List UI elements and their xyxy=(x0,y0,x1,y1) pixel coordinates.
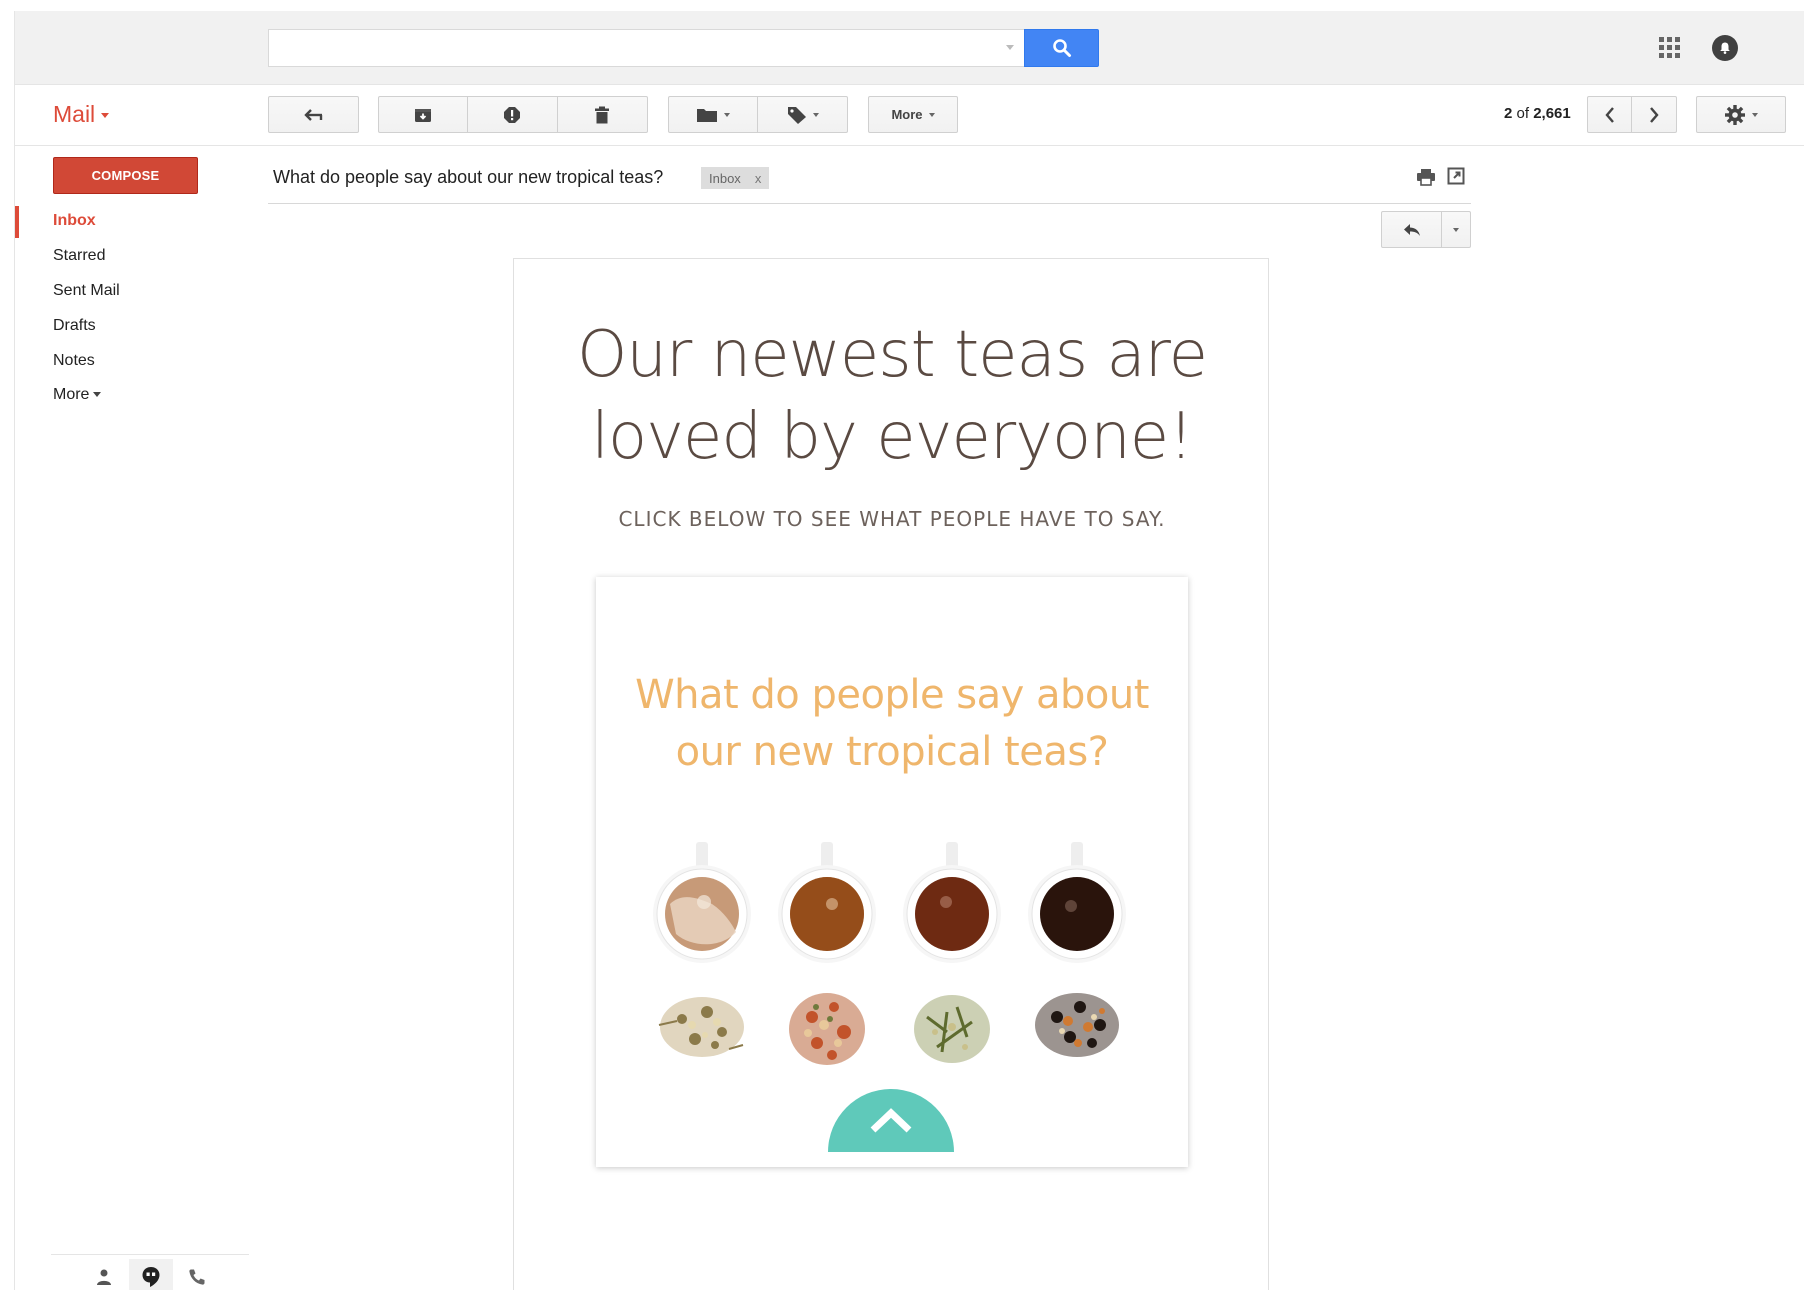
pagination-current: 2 xyxy=(1504,105,1513,122)
nav-active-indicator xyxy=(15,206,19,238)
page-left-border xyxy=(14,11,15,1290)
app-switcher[interactable]: Mail xyxy=(53,101,110,128)
chevron-down-icon xyxy=(101,113,110,119)
reply-button-group xyxy=(1381,211,1471,248)
promo-image-link[interactable]: What do people say about our new tropica… xyxy=(596,577,1188,1167)
report-spam-icon xyxy=(504,106,521,123)
headline-line-1: Our newest teas are xyxy=(577,318,1208,392)
more-actions-button[interactable]: More xyxy=(868,96,958,133)
sidebar-item-more[interactable]: More xyxy=(53,386,102,404)
settings-button[interactable] xyxy=(1696,96,1786,133)
loose-leaf-icon xyxy=(1035,993,1119,1057)
loose-leaf-tea-image xyxy=(652,977,1132,1077)
inbox-label-chip: Inbox x xyxy=(701,167,770,189)
trash-icon xyxy=(595,106,610,123)
chevron-down-icon xyxy=(1453,227,1460,232)
reply-icon xyxy=(1403,223,1420,236)
back-to-inbox-button[interactable] xyxy=(268,96,359,133)
older-button[interactable] xyxy=(1632,97,1676,132)
search-icon xyxy=(1052,39,1071,57)
sidebar-item-notes[interactable]: Notes xyxy=(53,352,95,370)
tea-cup-icon xyxy=(778,842,876,963)
more-actions-label: More xyxy=(891,107,923,122)
move-to-button[interactable] xyxy=(669,97,758,132)
tea-cup-icon xyxy=(903,842,1001,963)
headline-line-2: loved by everyone! xyxy=(591,400,1194,474)
pagination-total: 2,661 xyxy=(1533,105,1571,122)
contacts-tab[interactable] xyxy=(89,1264,119,1290)
promo-title: What do people say about our new tropica… xyxy=(596,667,1188,781)
label-chip-text: Inbox xyxy=(709,170,741,186)
sidebar-item-inbox[interactable]: Inbox xyxy=(53,212,96,230)
search-input[interactable] xyxy=(268,29,1024,67)
open-in-new-window-button[interactable] xyxy=(1447,167,1465,190)
sidebar-item-drafts[interactable]: Drafts xyxy=(53,317,96,335)
new-window-icon xyxy=(1447,167,1465,185)
apps-grid-icon[interactable] xyxy=(1657,35,1681,59)
email-subline: CLICK BELOW TO SEE WHAT PEOPLE HAVE TO S… xyxy=(618,507,1166,531)
promo-title-line-1: What do people say about xyxy=(635,672,1149,718)
scroll-up-cta[interactable] xyxy=(828,1089,954,1152)
label-icon xyxy=(787,106,806,124)
hangouts-icon xyxy=(142,1267,160,1287)
reply-button[interactable] xyxy=(1382,212,1443,247)
organize-group xyxy=(668,96,848,133)
sidebar-item-more-label: More xyxy=(53,386,90,403)
tea-cups-image xyxy=(652,842,1132,972)
pagination-of: of xyxy=(1516,105,1530,122)
chevron-down-icon xyxy=(724,112,730,117)
chevron-down-icon xyxy=(812,112,819,117)
delete-button[interactable] xyxy=(558,97,647,132)
notifications-icon[interactable] xyxy=(1712,35,1738,61)
back-arrow-icon xyxy=(303,108,322,121)
toolbar-divider xyxy=(15,145,1804,146)
chevron-right-icon xyxy=(1650,106,1659,123)
print-icon xyxy=(1417,169,1435,186)
chevron-left-icon xyxy=(1604,106,1614,123)
report-spam-button[interactable] xyxy=(468,97,558,132)
sidebar-footer-divider xyxy=(51,1254,249,1255)
top-bar xyxy=(15,11,1804,85)
search-options-caret-icon[interactable] xyxy=(1006,45,1014,50)
phone-tab[interactable] xyxy=(182,1264,212,1290)
folder-icon xyxy=(697,108,717,122)
email-headline: Our newest teas are loved by everyone! xyxy=(514,314,1270,478)
subject-divider xyxy=(268,203,1471,204)
search-button[interactable] xyxy=(1024,29,1099,67)
tea-cup-icon xyxy=(1028,842,1126,963)
labels-button[interactable] xyxy=(758,97,847,132)
remove-label-button[interactable]: x xyxy=(755,171,762,186)
message-subject: What do people say about our new tropica… xyxy=(273,167,664,187)
person-icon xyxy=(97,1269,111,1285)
promo-title-line-2: our new tropical teas? xyxy=(675,729,1109,775)
chevron-down-icon xyxy=(1752,112,1758,117)
tea-cup-icon xyxy=(653,842,751,963)
email-body: Our newest teas are loved by everyone! C… xyxy=(513,258,1269,1290)
message-actions-group xyxy=(378,96,648,133)
sidebar-item-starred[interactable]: Starred xyxy=(53,247,105,265)
phone-icon xyxy=(189,1269,205,1285)
loose-leaf-icon xyxy=(914,995,990,1063)
newer-button[interactable] xyxy=(1588,97,1633,132)
archive-icon xyxy=(415,108,432,122)
archive-button[interactable] xyxy=(379,97,469,132)
pagination-nav-group xyxy=(1587,96,1677,133)
compose-button[interactable]: COMPOSE xyxy=(53,157,198,194)
chevron-down-icon xyxy=(928,112,935,117)
gear-icon xyxy=(1725,104,1745,125)
loose-leaf-icon xyxy=(789,993,865,1065)
print-all-button[interactable] xyxy=(1416,168,1436,191)
loose-leaf-icon xyxy=(658,997,744,1057)
reply-options-button[interactable] xyxy=(1442,212,1470,247)
chevron-down-icon xyxy=(93,392,102,398)
hangouts-tab[interactable] xyxy=(136,1264,166,1290)
chevron-up-icon xyxy=(870,1107,912,1133)
app-title: Mail xyxy=(53,101,96,127)
sidebar-item-sent-mail[interactable]: Sent Mail xyxy=(53,282,120,300)
pagination-count: 2 of 2,661 xyxy=(1504,105,1571,122)
